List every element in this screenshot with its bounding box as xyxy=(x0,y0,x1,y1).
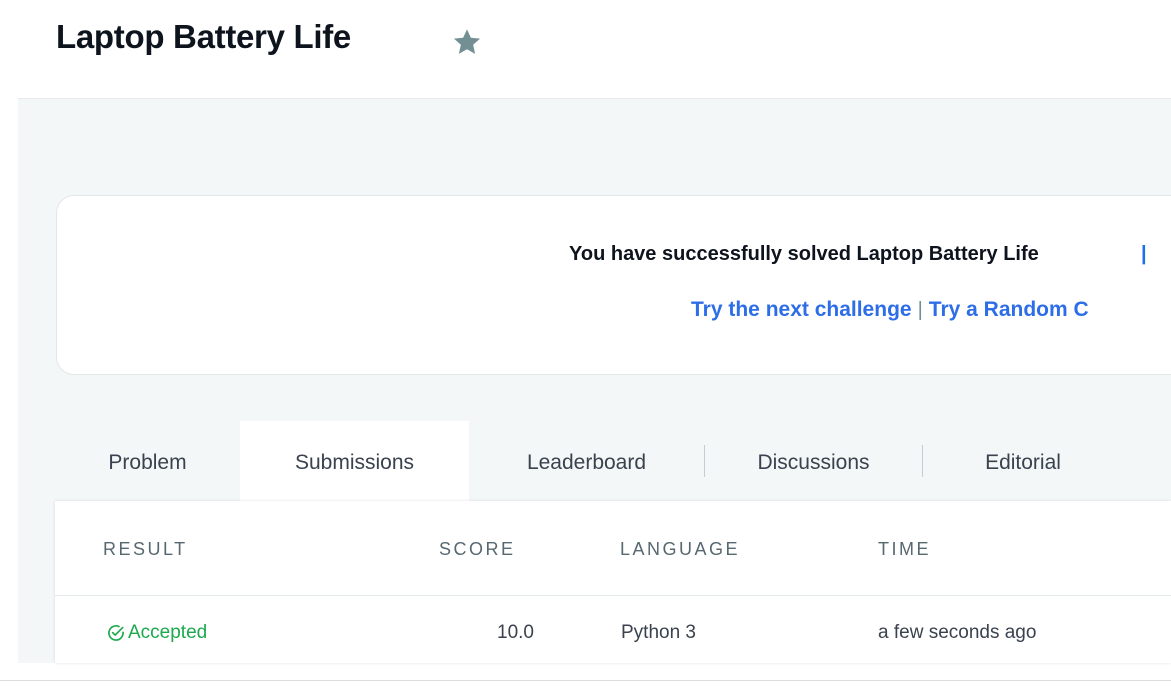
tab-editorial[interactable]: Editorial xyxy=(923,421,1123,501)
language-value: Python 3 xyxy=(621,622,696,643)
challenge-links: Try the next challenge | Try a Random C xyxy=(691,298,1089,322)
column-header-time[interactable]: TIME xyxy=(878,539,931,560)
link-separator: | xyxy=(917,299,923,321)
tab-leaderboard[interactable]: Leaderboard xyxy=(469,421,704,501)
submissions-table: RESULT SCORE LANGUAGE TIME Accepted 10.0… xyxy=(55,501,1171,663)
result-status[interactable]: Accepted xyxy=(106,622,207,644)
challenge-header: Laptop Battery Life xyxy=(0,0,1171,98)
bottom-divider xyxy=(0,680,1171,681)
main-content: You have successfully solved Laptop Batt… xyxy=(18,98,1171,663)
success-separator: | xyxy=(1141,243,1147,265)
score-value: 10.0 xyxy=(497,622,534,643)
random-challenge-link[interactable]: Try a Random C xyxy=(929,298,1089,321)
success-banner: You have successfully solved Laptop Batt… xyxy=(56,195,1171,375)
column-header-result[interactable]: RESULT xyxy=(103,539,188,560)
time-value: a few seconds ago xyxy=(878,622,1037,643)
column-header-language[interactable]: LANGUAGE xyxy=(620,539,740,560)
check-circle-icon xyxy=(108,625,124,641)
challenge-tabs: Problem Submissions Leaderboard Discussi… xyxy=(56,421,1171,501)
next-challenge-link[interactable]: Try the next challenge xyxy=(691,298,912,321)
success-message: You have successfully solved Laptop Batt… xyxy=(569,243,1039,265)
column-header-score[interactable]: SCORE xyxy=(439,539,516,560)
header-divider xyxy=(55,595,1171,596)
star-icon[interactable] xyxy=(450,26,484,58)
tab-problem[interactable]: Problem xyxy=(56,421,239,501)
tab-discussions[interactable]: Discussions xyxy=(705,421,922,501)
tab-submissions[interactable]: Submissions xyxy=(240,421,469,501)
result-label: Accepted xyxy=(128,622,208,643)
page: Laptop Battery Life You have successfull… xyxy=(0,0,1171,693)
page-title: Laptop Battery Life xyxy=(56,18,351,55)
